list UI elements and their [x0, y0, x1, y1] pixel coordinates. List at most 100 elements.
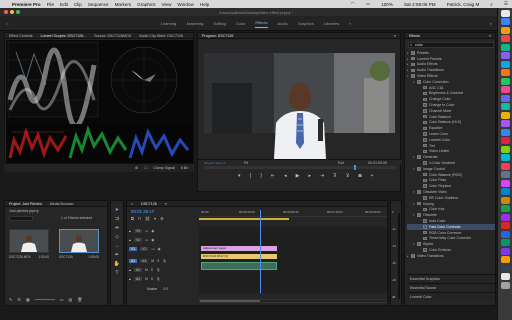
- snap-icon[interactable]: ⊓: [138, 216, 141, 221]
- dock-app-icon[interactable]: [500, 94, 510, 102]
- dock-app-icon[interactable]: [500, 111, 510, 119]
- nest-icon[interactable]: ⧉: [131, 216, 134, 221]
- trash-icon[interactable]: 🗑: [77, 297, 82, 302]
- selection-tool-icon[interactable]: ➤: [115, 207, 119, 213]
- dock-app-icon[interactable]: [500, 230, 510, 238]
- dock-app-icon[interactable]: [500, 213, 510, 221]
- workspace-effects[interactable]: Effects: [255, 18, 268, 28]
- dock-app-icon[interactable]: [500, 196, 510, 204]
- workspace-search-icon[interactable]: ⌕: [490, 19, 492, 28]
- clip-thumbnail[interactable]: [9, 229, 49, 253]
- more-workspaces-icon[interactable]: »: [349, 19, 351, 28]
- menu-help[interactable]: Help: [200, 2, 209, 7]
- mic-icon[interactable]: 🎙︎: [162, 259, 166, 263]
- step-back-icon[interactable]: ◂: [284, 173, 287, 179]
- mic-icon[interactable]: 🎙︎: [156, 277, 160, 281]
- dock-app-icon[interactable]: [500, 281, 510, 289]
- clamp-signal-checkbox[interactable]: ☐: [144, 166, 147, 170]
- track-label-a3[interactable]: A3: [133, 277, 142, 281]
- out-point-icon[interactable]: }: [260, 173, 262, 179]
- track-select-icon[interactable]: ⇉: [115, 216, 119, 222]
- work-area-bar[interactable]: [199, 218, 289, 220]
- dock-app-icon[interactable]: [500, 256, 510, 263]
- effects-search-input[interactable]: color: [408, 42, 494, 48]
- track-lock-icon[interactable]: 🔒︎: [129, 277, 131, 281]
- icon-view-icon[interactable]: ▦: [26, 297, 30, 302]
- track-area[interactable]: Adjustment Layer DSC7126.MOV [V]: [199, 210, 387, 293]
- workspace-color[interactable]: Color: [236, 19, 246, 28]
- track-label-v2[interactable]: V2: [133, 238, 142, 242]
- menu-clip[interactable]: Clip: [74, 2, 82, 7]
- timeline-name[interactable]: DSC7126: [141, 202, 157, 206]
- track-label-a1[interactable]: A1: [140, 259, 149, 263]
- lumetri-color-panel[interactable]: Lumetri Color: [407, 292, 495, 301]
- go-to-out-icon[interactable]: ⇥: [320, 173, 324, 179]
- dock-app-icon[interactable]: [500, 52, 510, 59]
- dock-app-icon[interactable]: [500, 188, 510, 195]
- dock-app-icon[interactable]: [500, 77, 510, 85]
- home-icon[interactable]: ⌂: [6, 19, 8, 28]
- menu-file[interactable]: File: [47, 2, 54, 7]
- extract-icon[interactable]: ⊻: [346, 173, 350, 179]
- wrench-icon[interactable]: ⚙: [135, 166, 138, 170]
- time-ruler[interactable]: 00:00 00:00:29:23 00:00:59:22 00:01:29:2…: [199, 210, 387, 217]
- timeline-close-icon[interactable]: ×: [131, 202, 133, 206]
- dock-app-icon[interactable]: [500, 247, 510, 255]
- add-button-icon[interactable]: +: [371, 173, 374, 179]
- ripple-edit-icon[interactable]: ⇹: [115, 225, 119, 231]
- eye-icon[interactable]: ◉: [151, 238, 154, 242]
- master-volume[interactable]: 0.0: [163, 287, 168, 291]
- workspace-graphics[interactable]: Graphics: [298, 19, 314, 28]
- track-label-v1[interactable]: V1: [140, 247, 149, 251]
- dock-app-icon[interactable]: [500, 43, 510, 51]
- hand-tool-icon[interactable]: ✋: [114, 261, 120, 267]
- program-playhead[interactable]: [354, 165, 356, 170]
- source-patch-v1[interactable]: V1: [129, 247, 138, 251]
- adjustment-layer-clip[interactable]: Adjustment Layer: [201, 246, 277, 251]
- go-to-in-icon[interactable]: ⇤: [271, 173, 275, 179]
- solo-icon[interactable]: S: [151, 277, 153, 281]
- dock-app-icon[interactable]: [500, 273, 510, 280]
- timeline-menu-icon[interactable]: ≡: [165, 202, 167, 206]
- effects-menu-icon[interactable]: ≡: [489, 34, 491, 38]
- dock-app-icon[interactable]: [500, 222, 510, 229]
- audio-clip[interactable]: [201, 262, 277, 270]
- dock-app-icon[interactable]: [500, 128, 510, 136]
- slip-tool-icon[interactable]: ↔: [115, 243, 120, 249]
- menu-markers[interactable]: Markers: [115, 2, 132, 7]
- sync-lock-icon[interactable]: ▭: [145, 238, 148, 242]
- menu-list-icon[interactable]: ☰: [504, 1, 508, 7]
- solo-icon[interactable]: S: [151, 268, 153, 272]
- mic-icon[interactable]: 🎙︎: [156, 268, 160, 272]
- program-menu-icon[interactable]: ≡: [394, 34, 396, 38]
- effects-folder[interactable]: ▸ Video Transitions: [407, 253, 495, 259]
- marker-icon[interactable]: ▾: [238, 173, 241, 179]
- workspace-libraries[interactable]: Libraries: [324, 19, 339, 28]
- timeline-scroll-thumb[interactable]: [200, 300, 260, 302]
- dock-app-icon[interactable]: [500, 205, 510, 212]
- track-lock-icon[interactable]: 🔒︎: [129, 238, 131, 242]
- dock-app-icon[interactable]: [500, 154, 510, 161]
- tab-effect-controls[interactable]: Effect Controls: [9, 34, 33, 38]
- app-menu[interactable]: Premiere Pro: [12, 2, 41, 7]
- linked-selection-icon[interactable]: ⛓: [145, 216, 150, 221]
- dock-app-icon[interactable]: [500, 171, 510, 178]
- mute-icon[interactable]: M: [145, 268, 148, 272]
- dock-app-icon[interactable]: [500, 9, 510, 17]
- play-icon[interactable]: ▶: [296, 173, 300, 179]
- pencil-icon[interactable]: ✎: [9, 297, 12, 302]
- timeline-playhead[interactable]: [260, 210, 261, 293]
- bit-depth-select[interactable]: 8 Bit: [181, 166, 188, 170]
- dock-app-icon[interactable]: [500, 264, 510, 272]
- add-marker-icon[interactable]: ▾: [154, 216, 156, 221]
- razor-tool-icon[interactable]: ◇: [115, 234, 119, 240]
- battery-icon[interactable]: ▭: [366, 1, 370, 7]
- workspace-learning[interactable]: Learning: [161, 19, 177, 28]
- sync-lock-icon[interactable]: ▭: [145, 229, 148, 233]
- solo-icon[interactable]: S: [157, 259, 159, 263]
- new-bin-icon[interactable]: ▭: [60, 297, 64, 302]
- dock-app-icon[interactable]: [500, 120, 510, 127]
- new-item-icon[interactable]: ▤: [69, 297, 73, 302]
- dock-app-icon[interactable]: [500, 239, 510, 246]
- step-forward-icon[interactable]: ▸: [308, 173, 311, 179]
